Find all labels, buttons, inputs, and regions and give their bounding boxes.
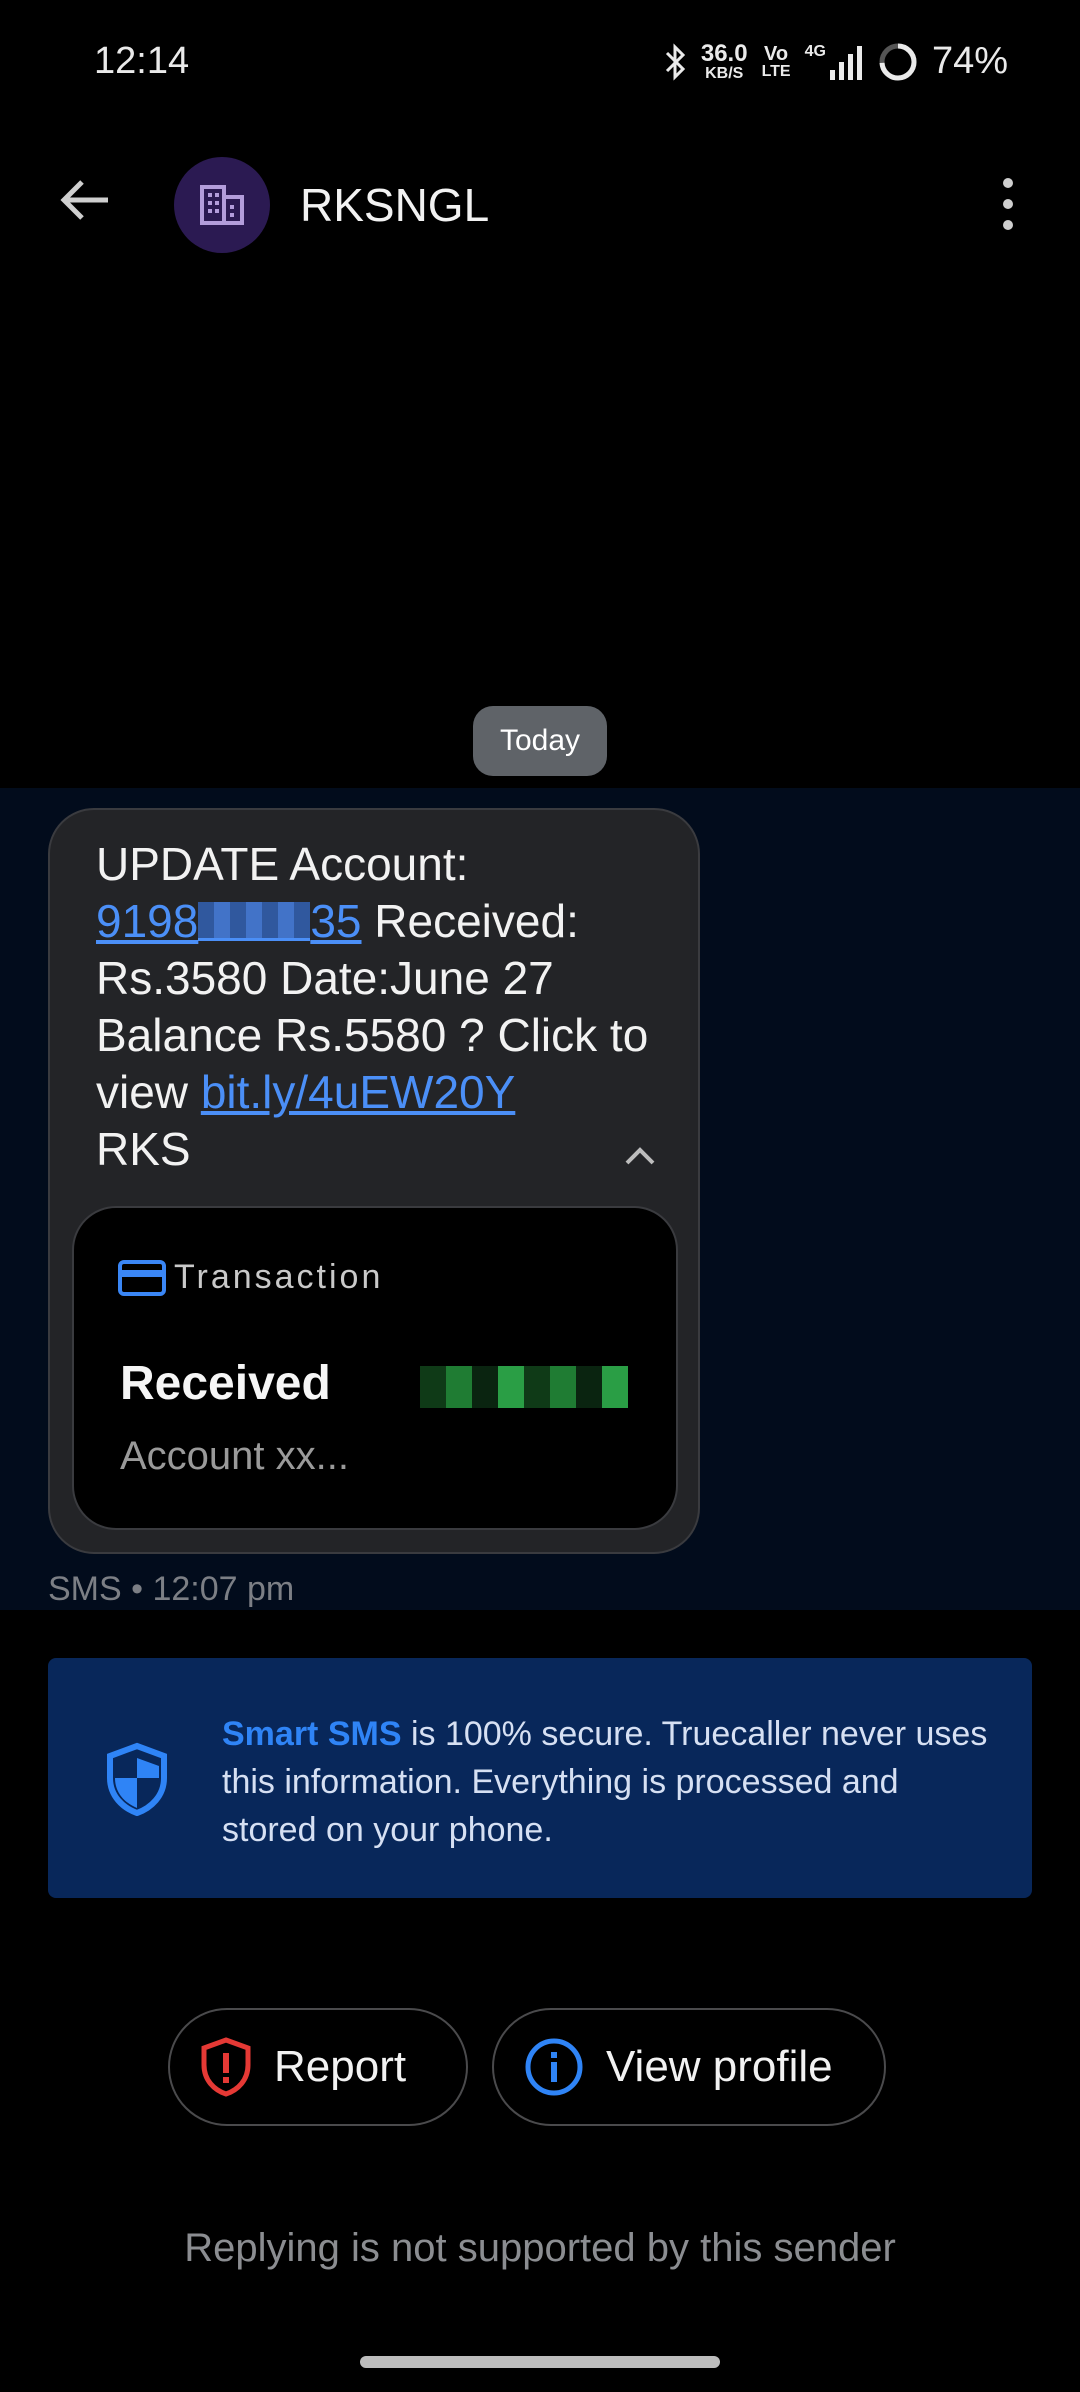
sender-name[interactable]: RKSNGL — [300, 178, 489, 232]
view-profile-button[interactable]: View profile — [492, 2008, 886, 2126]
status-time: 12:14 — [94, 40, 190, 82]
volte-indicator: Vo LTE — [762, 44, 791, 80]
message-signature: RKS — [96, 1123, 191, 1175]
net-speed-unit: KB/S — [705, 64, 744, 82]
message-line1: UPDATE Account: — [96, 838, 469, 890]
credit-card-icon — [118, 1260, 166, 1296]
report-label: Report — [274, 2042, 407, 2091]
transaction-status: Received — [120, 1357, 331, 1410]
report-shield-icon — [201, 2037, 251, 2097]
dot — [1003, 199, 1013, 209]
no-reply-notice: Replying is not supported by this sender — [184, 2226, 896, 2270]
volte-bottom: LTE — [761, 62, 791, 80]
bluetooth-icon — [665, 42, 685, 81]
phone-link[interactable]: 9198 35 — [96, 895, 362, 947]
shield-icon — [107, 1742, 167, 1816]
redacted-digits — [198, 902, 311, 941]
info-icon — [525, 2038, 583, 2096]
battery-ring-icon — [879, 43, 917, 80]
network-type: 4G — [804, 42, 826, 60]
more-options-button[interactable] — [986, 168, 1030, 240]
net-speed-value: 36.0 — [700, 39, 748, 67]
transaction-account: Account xx... — [120, 1434, 349, 1478]
building-icon — [200, 185, 244, 225]
date-chip: Today — [473, 706, 607, 776]
short-link[interactable]: bit.ly/4uEW20Y — [201, 1066, 515, 1118]
home-indicator[interactable] — [360, 2356, 720, 2368]
sender-avatar[interactable] — [174, 157, 270, 253]
volte-top: Vo — [764, 42, 789, 65]
signal-icon — [829, 45, 862, 80]
battery-percent: 74% — [931, 40, 1008, 82]
signal-group: 4G — [804, 42, 864, 80]
dot — [1003, 220, 1013, 230]
arrow-back-icon — [60, 180, 108, 220]
smart-sms-highlight: Smart SMS — [222, 1715, 402, 1753]
back-button[interactable] — [52, 168, 116, 232]
card-title: Transaction — [174, 1258, 384, 1296]
chevron-up-icon — [625, 1147, 655, 1165]
net-speed: 36.0 KB/S — [700, 39, 748, 82]
dot — [1003, 178, 1013, 188]
status-icons: 36.0 KB/S Vo LTE 4G 74% — [663, 40, 1008, 83]
phone-suffix: 35 — [310, 895, 362, 947]
redacted-amount — [420, 1366, 628, 1408]
collapse-button[interactable] — [620, 1136, 660, 1176]
message-meta: SMS • 12:07 pm — [48, 1570, 295, 1608]
message-after-phone: Received: — [361, 895, 579, 947]
smart-sms-text: Smart SMS is 100% secure. Truecaller nev… — [222, 1710, 1002, 1854]
message-text: UPDATE Account: 9198 35 Received: Rs.3580… — [96, 836, 656, 1178]
report-button[interactable]: Report — [168, 2008, 468, 2126]
view-profile-label: View profile — [606, 2042, 833, 2091]
phone-prefix: 9198 — [96, 895, 199, 947]
